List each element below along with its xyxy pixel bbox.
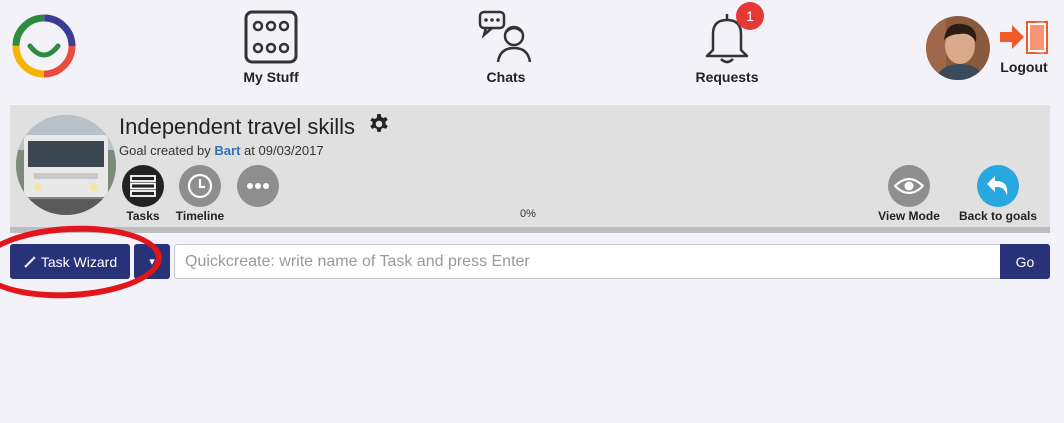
view-mode-button[interactable]: View Mode xyxy=(872,165,946,223)
chat-person-icon xyxy=(478,10,532,63)
quickcreate-input[interactable] xyxy=(174,244,1002,279)
view-mode-label: View Mode xyxy=(878,209,940,223)
task-wizard-label: Task Wizard xyxy=(40,253,118,270)
back-to-goals-label: Back to goals xyxy=(958,209,1038,223)
go-label: Go xyxy=(1015,253,1035,270)
goal-author-link[interactable]: Bart xyxy=(214,143,240,158)
magic-wand-icon xyxy=(24,255,36,268)
more-options-button[interactable] xyxy=(236,165,280,209)
nav-chats[interactable]: Chats xyxy=(470,10,542,85)
nav-my-stuff[interactable]: My Stuff xyxy=(236,10,306,85)
goal-title-row: Independent travel skills xyxy=(119,113,391,140)
logout-label: Logout xyxy=(1000,59,1048,75)
back-to-goals-button[interactable]: Back to goals xyxy=(952,165,1044,223)
logout-door-icon xyxy=(1000,21,1048,54)
goal-panel: Independent travel skills Goal created b… xyxy=(10,105,1050,233)
timeline-clock-icon xyxy=(179,165,221,207)
tasks-label: Tasks xyxy=(126,209,160,223)
nav-requests[interactable]: 1 Requests xyxy=(688,2,766,85)
goal-title: Independent travel skills xyxy=(119,114,356,139)
back-arrow-icon xyxy=(977,165,1019,207)
user-avatar[interactable] xyxy=(926,16,990,80)
gear-icon[interactable] xyxy=(367,113,391,137)
goal-image xyxy=(16,115,116,215)
app-logo-icon[interactable] xyxy=(10,12,78,80)
goal-created-date: at 09/03/2017 xyxy=(244,143,324,158)
tasks-button[interactable]: Tasks xyxy=(118,165,168,223)
caret-down-icon: ▾ xyxy=(149,256,155,268)
nav-chats-label: Chats xyxy=(486,69,526,85)
task-options-dropdown[interactable]: ▾ xyxy=(134,244,170,279)
goal-meta: Goal created by Bart at 09/03/2017 xyxy=(119,143,324,158)
timeline-label: Timeline xyxy=(175,209,225,223)
tasks-list-icon xyxy=(122,165,164,207)
goal-created-prefix: Goal created by xyxy=(119,143,211,158)
go-button[interactable]: Go xyxy=(1000,244,1050,279)
task-wizard-button[interactable]: Task Wizard xyxy=(10,244,130,279)
logout-button[interactable]: Logout xyxy=(992,18,1056,75)
goal-progress-text: 0% xyxy=(520,208,536,220)
more-dots-icon xyxy=(237,165,279,207)
dice-grid-icon xyxy=(244,10,298,64)
nav-requests-label: Requests xyxy=(695,69,759,85)
timeline-button[interactable]: Timeline xyxy=(170,165,230,223)
nav-my-stuff-label: My Stuff xyxy=(243,69,299,85)
eye-icon xyxy=(888,165,930,207)
requests-badge: 1 xyxy=(736,2,764,30)
